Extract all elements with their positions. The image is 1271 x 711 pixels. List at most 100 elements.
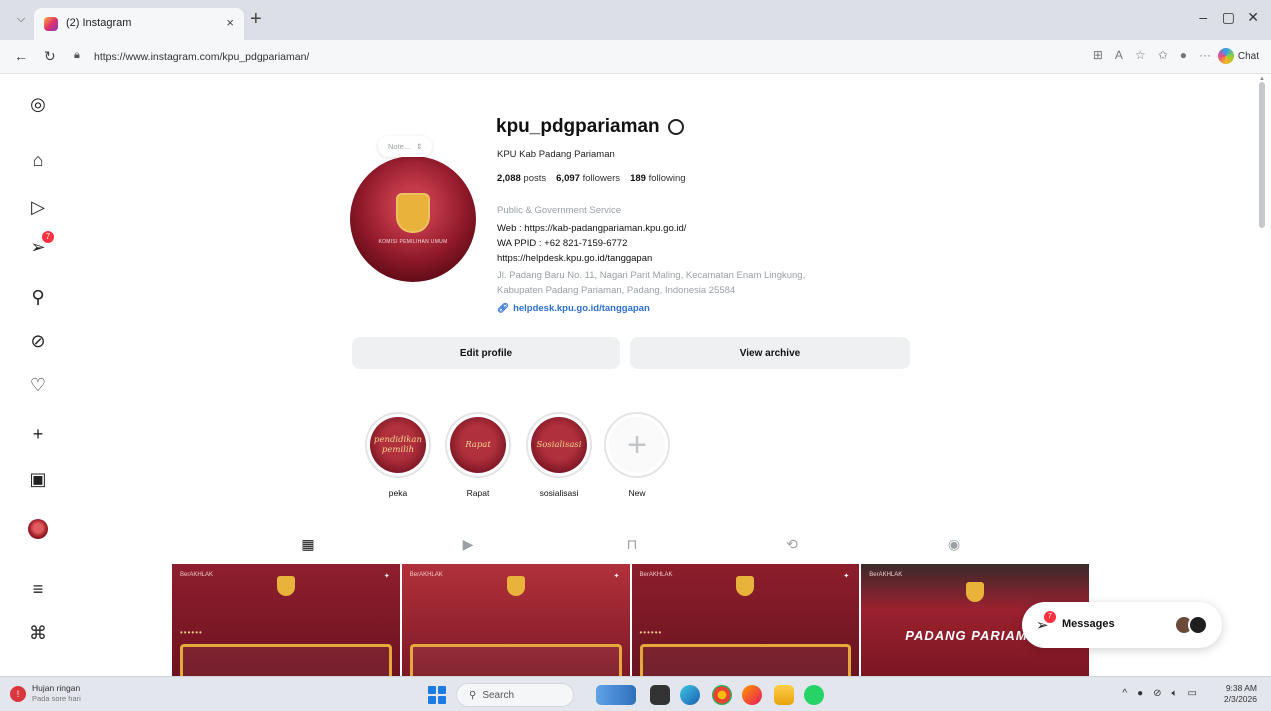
edit-profile-button[interactable]: Edit profile	[352, 337, 620, 369]
notifications-heart-icon[interactable]: ♡	[26, 373, 50, 397]
browser-tab-instagram[interactable]: (2) Instagram ×	[34, 8, 244, 40]
close-window-icon[interactable]: ✕	[1247, 9, 1259, 26]
tray-overflow-chevron-icon[interactable]: ^	[1122, 688, 1127, 699]
create-plus-icon[interactable]: +	[26, 422, 50, 446]
post-thumbnail[interactable]: BerAKHLAK ✦ ••••••	[631, 564, 860, 676]
weather-alert-icon: !	[10, 685, 26, 702]
site-info-lock-icon[interactable]: 🔒︎	[74, 49, 80, 62]
highlight-item[interactable]: pendidikan pemilih peka	[364, 412, 432, 498]
refresh-icon[interactable]: ↻	[44, 48, 56, 65]
volume-icon[interactable]: 🔈︎	[1172, 688, 1178, 699]
widgets-app-icon[interactable]	[596, 685, 636, 705]
translate-icon[interactable]: ⊞	[1093, 48, 1103, 62]
highlight-cover: Sosialisasi	[526, 412, 592, 478]
weather-text: Hujan ringan Pada sore hari	[32, 683, 81, 704]
favorites-list-icon[interactable]: ✩	[1158, 48, 1168, 62]
tab-actions-chevron-icon[interactable]: ⌵	[12, 13, 30, 29]
edge-browser-icon[interactable]	[680, 685, 700, 705]
favorite-star-icon[interactable]: ☆	[1135, 48, 1146, 62]
decor-dots: ••••••	[639, 628, 663, 637]
post-thumbnail[interactable]: BerAKHLAK ✦ ••••••	[172, 564, 400, 676]
tab-reposts-icon[interactable]: ⟲	[782, 536, 802, 553]
chrome-icon[interactable]	[712, 685, 732, 705]
browser-tab-bar: ⌵ (2) Instagram × + – ▢ ✕	[0, 0, 1271, 40]
post-tag: BerAKHLAK	[869, 572, 903, 578]
minimize-icon[interactable]: –	[1199, 9, 1207, 25]
logo-caption: KOMISI PEMILIHAN UMUM	[378, 238, 448, 245]
kpu-logo-icon	[966, 582, 985, 602]
copilot-chat-button[interactable]: Chat	[1217, 48, 1259, 64]
more-menu-icon[interactable]: ≡	[26, 577, 50, 601]
task-view-icon[interactable]	[650, 685, 670, 705]
more-options-icon[interactable]: ···	[1199, 48, 1211, 62]
view-archive-button[interactable]: View archive	[630, 337, 910, 369]
tray-app-icon[interactable]: ●	[1137, 688, 1143, 699]
following-stat[interactable]: 189 following	[630, 173, 685, 184]
tab-posts-grid-icon[interactable]: ▦	[298, 536, 318, 553]
explore-compass-icon[interactable]: ⊘	[26, 329, 50, 353]
new-highlight-button[interactable]: + New	[603, 412, 671, 498]
address-bar-actions: ⊞ A ☆ ✩ ● ···	[1093, 48, 1211, 62]
post-tag: BerAKHLAK	[180, 572, 214, 578]
also-from-meta-icon[interactable]: ⌘	[26, 621, 50, 645]
maximize-icon[interactable]: ▢	[1222, 9, 1235, 26]
highlight-item[interactable]: Rapat Rapat	[444, 412, 512, 498]
network-icon[interactable]: ⊘	[1153, 688, 1161, 699]
system-clock[interactable]: 9:38 AM 2/3/2026	[1224, 683, 1257, 705]
post-tag: BerAKHLAK	[639, 572, 673, 578]
messages-button[interactable]: ➢ 7 Messages	[1022, 602, 1222, 648]
firefox-icon[interactable]	[742, 685, 762, 705]
settings-gear-icon[interactable]	[667, 119, 684, 135]
bio-line: WA PPID : +62 821-7159-6772	[497, 238, 628, 249]
messages-badge: 7	[1044, 611, 1056, 623]
weather-widget[interactable]: ! Hujan ringan Pada sore hari	[10, 683, 81, 704]
url-input[interactable]: https://www.instagram.com/kpu_pdgpariama…	[94, 51, 309, 63]
taskbar-search[interactable]: ⚲ Search	[456, 683, 574, 707]
decor-dots: ••••••	[180, 628, 203, 637]
profile-link[interactable]: 🔗︎ helpdesk.kpu.go.id/tanggapan	[497, 303, 650, 314]
avatar	[28, 519, 48, 539]
start-windows-icon[interactable]	[428, 686, 446, 704]
dashboard-icon[interactable]: ▣	[26, 467, 50, 491]
back-arrow-icon[interactable]: ←	[14, 48, 28, 64]
read-aloud-icon[interactable]: A	[1115, 48, 1123, 62]
notification-badge: 7	[42, 231, 54, 243]
note-bubble[interactable]: Note... ⇕	[378, 136, 433, 157]
note-placeholder: Note...	[388, 142, 411, 151]
followers-stat[interactable]: 6,097 followers	[556, 173, 620, 184]
tab-reels-icon[interactable]: ▶	[458, 536, 478, 553]
highlight-item[interactable]: Sosialisasi sosialisasi	[525, 412, 593, 498]
profile-full-name: KPU Kab Padang Pariaman	[497, 149, 615, 160]
posts-stat: 2,088 posts	[497, 173, 547, 184]
reels-icon[interactable]: ▷	[26, 195, 50, 219]
link-icon: 🔗︎	[497, 303, 510, 314]
tab-close-icon[interactable]: ×	[226, 15, 234, 30]
chat-label: Chat	[1237, 50, 1259, 62]
tab-tagged-icon[interactable]: ◉	[944, 536, 964, 553]
profile-picture[interactable]: KOMISI PEMILIHAN UMUM	[350, 156, 476, 282]
kpu-logo-icon	[506, 576, 525, 596]
direct-messages-icon[interactable]: ➢ 7	[26, 231, 54, 259]
username-row: kpu_pdgpariaman	[496, 116, 684, 138]
address-line: Kabupaten Padang Pariaman, Padang, Indon…	[497, 285, 736, 296]
scrollbar-thumb[interactable]	[1259, 82, 1265, 228]
search-icon[interactable]: ⚲	[26, 285, 50, 309]
bio-line: Web : https://kab-padangpariaman.kpu.go.…	[497, 223, 687, 234]
instagram-logo-icon[interactable]: ◎	[26, 92, 50, 116]
sidebar-nav: ◎ ⌂ ▷ ➢ 7 ⚲ ⊘ ♡ + ▣ ≡ ⌘	[0, 74, 76, 676]
search-icon: ⚲	[469, 689, 477, 701]
file-explorer-icon[interactable]	[774, 685, 794, 705]
address-line: Jl. Padang Baru No. 11, Nagari Parit Mal…	[497, 270, 806, 281]
battery-icon[interactable]: ▭	[1188, 688, 1197, 699]
profile-avatar-icon[interactable]	[26, 517, 50, 541]
tab-saved-bookmark-icon[interactable]: ⊓	[622, 536, 642, 553]
highlight-cover: pendidikan pemilih	[365, 412, 431, 478]
whatsapp-icon[interactable]	[804, 685, 824, 705]
new-tab-button[interactable]: +	[250, 9, 262, 29]
post-thumbnail[interactable]: BerAKHLAK ✦	[401, 564, 630, 676]
profile-icon[interactable]: ●	[1180, 48, 1187, 62]
home-icon[interactable]: ⌂	[26, 148, 50, 172]
kpu-emblem-icon	[396, 192, 430, 233]
note-scroll-icon: ⇕	[416, 142, 423, 151]
profile-username: kpu_pdgpariaman	[496, 116, 660, 137]
